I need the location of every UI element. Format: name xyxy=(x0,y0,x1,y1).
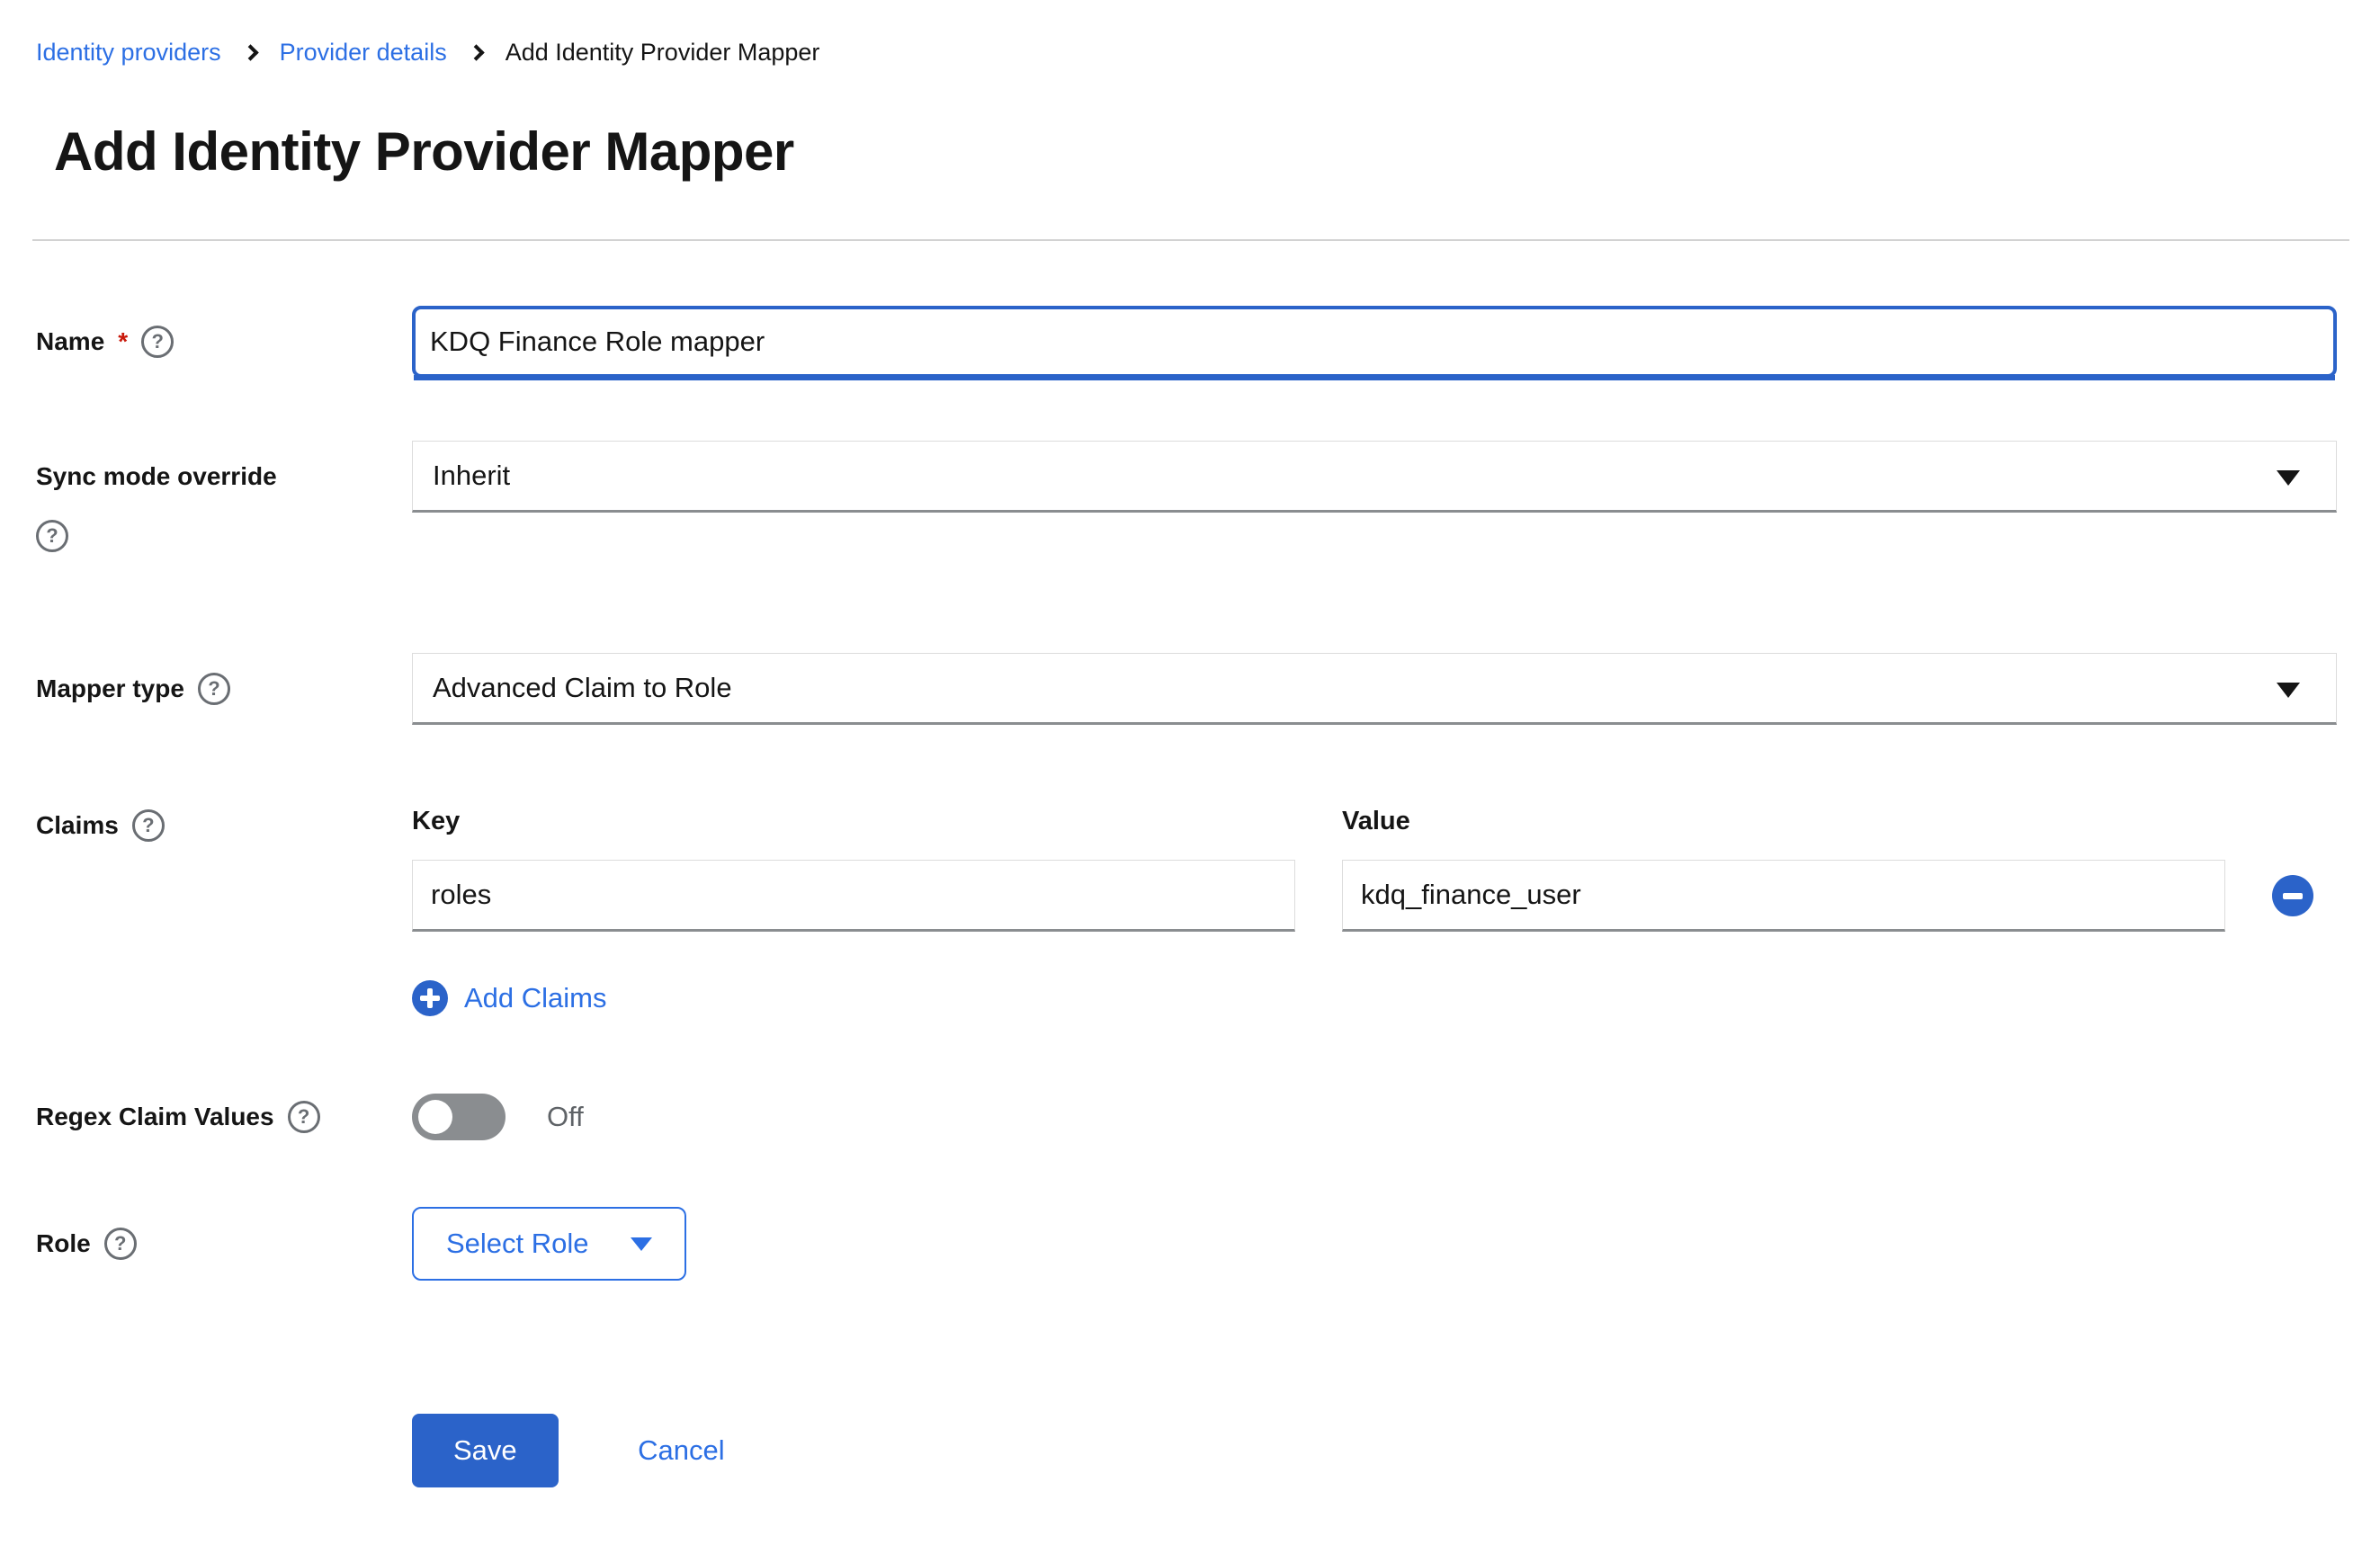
remove-claim-button[interactable] xyxy=(2272,875,2313,916)
mapper-type-selected-value: Advanced Claim to Role xyxy=(433,672,732,704)
form-row-sync-mode-override: Sync mode override ? Inherit xyxy=(36,441,2337,552)
name-label-group: Name * ? xyxy=(36,324,412,360)
claim-value-input[interactable] xyxy=(1342,860,2225,932)
breadcrumb-link-provider-details[interactable]: Provider details xyxy=(280,34,447,70)
sync-mode-label-group: Sync mode override ? xyxy=(36,441,412,552)
mapper-type-select[interactable]: Advanced Claim to Role xyxy=(412,653,2337,725)
help-icon[interactable]: ? xyxy=(36,520,68,552)
name-input[interactable] xyxy=(412,306,2337,378)
focus-underline xyxy=(414,375,2335,380)
save-button[interactable]: Save xyxy=(412,1414,559,1487)
mapper-type-label-group: Mapper type ? xyxy=(36,671,412,707)
regex-label-group: Regex Claim Values ? xyxy=(36,1099,412,1135)
page-title: Add Identity Provider Mapper xyxy=(54,119,2380,185)
role-label: Role xyxy=(36,1226,91,1262)
chevron-right-icon xyxy=(242,44,258,60)
form-row-mapper-type: Mapper type ? Advanced Claim to Role xyxy=(36,653,2337,725)
claims-grid: Key Value Add Claims xyxy=(412,804,2337,1016)
sync-mode-override-select[interactable]: Inherit xyxy=(412,441,2337,513)
claim-key-input[interactable] xyxy=(412,860,1295,932)
role-select-button[interactable]: Select Role xyxy=(412,1207,686,1281)
plus-circle-icon xyxy=(412,980,448,1016)
caret-down-icon xyxy=(2277,683,2300,698)
form-row-role: Role ? Select Role xyxy=(36,1207,2337,1281)
breadcrumb-link-identity-providers[interactable]: Identity providers xyxy=(36,34,221,70)
name-label: Name xyxy=(36,324,104,360)
help-icon[interactable]: ? xyxy=(141,326,174,358)
toggle-state-label: Off xyxy=(547,1101,584,1133)
breadcrumb-current: Add Identity Provider Mapper xyxy=(506,34,820,70)
sync-mode-override-selected-value: Inherit xyxy=(433,460,510,492)
role-label-group: Role ? xyxy=(36,1226,412,1262)
form-row-claims: Claims ? Key Value Add Claims xyxy=(36,804,2337,1016)
add-claims-button[interactable]: Add Claims xyxy=(412,980,607,1016)
caret-down-icon xyxy=(631,1237,652,1251)
claims-value-header: Value xyxy=(1342,804,2225,838)
regex-claim-values-toggle[interactable] xyxy=(412,1094,506,1140)
claims-label: Claims xyxy=(36,808,119,844)
title-divider xyxy=(32,239,2349,241)
form-row-name: Name * ? xyxy=(36,306,2337,378)
role-select-button-label: Select Role xyxy=(446,1228,589,1260)
breadcrumb: Identity providers Provider details Add … xyxy=(0,0,2380,70)
chevron-right-icon xyxy=(468,44,484,60)
minus-circle-icon xyxy=(2283,893,2303,899)
help-icon[interactable]: ? xyxy=(104,1228,137,1260)
help-icon[interactable]: ? xyxy=(132,809,165,842)
page-root: Identity providers Provider details Add … xyxy=(0,0,2380,1487)
cancel-link[interactable]: Cancel xyxy=(638,1434,725,1466)
sync-mode-override-label: Sync mode override xyxy=(36,459,277,495)
mapper-form: Name * ? Sync mode override ? Inherit xyxy=(36,306,2337,1487)
toggle-knob xyxy=(418,1100,452,1134)
regex-claim-values-label: Regex Claim Values xyxy=(36,1099,274,1135)
mapper-type-label: Mapper type xyxy=(36,671,184,707)
claims-label-group: Claims ? xyxy=(36,804,412,844)
form-actions: Save Cancel xyxy=(36,1414,2337,1487)
help-icon[interactable]: ? xyxy=(198,673,230,705)
help-icon[interactable]: ? xyxy=(288,1101,320,1133)
form-row-regex-claim-values: Regex Claim Values ? Off xyxy=(36,1094,2337,1140)
claims-key-header: Key xyxy=(412,804,1295,838)
add-claims-label: Add Claims xyxy=(464,982,607,1014)
caret-down-icon xyxy=(2277,470,2300,486)
required-asterisk: * xyxy=(118,324,128,360)
